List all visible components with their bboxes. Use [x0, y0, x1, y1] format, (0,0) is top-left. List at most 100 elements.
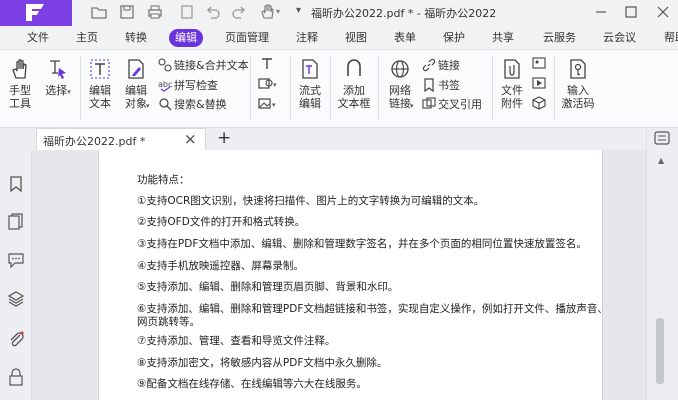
feature-line: ②支持OFD文件的打开和格式转换。	[137, 216, 306, 228]
print-icon[interactable]	[146, 3, 164, 21]
spell-check-button[interactable]: abc 拼写检查	[158, 78, 218, 93]
add-textbox-button[interactable]: 添加 文本框	[336, 58, 372, 110]
file-attachment-icon	[504, 59, 520, 79]
file-attachment-button[interactable]: 文件 附件	[498, 58, 526, 110]
page-icon[interactable]	[178, 3, 196, 21]
link-button[interactable]: 链接	[422, 58, 460, 73]
feature-line: ⑦支持添加、管理、查看和导览文件注释。	[137, 335, 336, 347]
feature-line: ⑥支持添加、编辑、删除和管理PDF文档超链接和书签，实现自定义操作，例如打开文件…	[137, 303, 608, 315]
tab-convert[interactable]: 转换	[125, 29, 147, 47]
hand-tool-button[interactable]: 手型 工具	[6, 58, 34, 110]
comments-panel-icon[interactable]	[7, 251, 25, 269]
cross-reference-icon	[422, 97, 436, 109]
input-activation-code-button[interactable]: 输入 激活码	[560, 58, 596, 110]
new-tab-button[interactable]: +	[217, 128, 231, 148]
cross-reference-button[interactable]: 交叉引用	[422, 97, 482, 112]
hand-tool-label: 手型 工具	[9, 84, 31, 110]
redo-icon[interactable]	[230, 3, 248, 21]
cross-reference-label: 交叉引用	[438, 98, 482, 111]
globe-icon	[391, 60, 409, 78]
link-merge-text-button[interactable]: 链接&合并文本	[158, 58, 249, 73]
hand-icon[interactable]	[258, 3, 276, 21]
panel-settings-icon[interactable]	[654, 131, 670, 145]
undo-icon[interactable]	[204, 3, 222, 21]
page-thumbnails-icon[interactable]	[7, 212, 25, 230]
menu-bar: 文件 主页 转换 编辑 页面管理 注释 视图 表单 保护 共享 云服务 云会议 …	[0, 26, 678, 50]
vertical-scrollbar-thumb[interactable]	[656, 318, 664, 384]
search-replace-button[interactable]: 搜索&替换	[158, 97, 227, 112]
select-dropdown-icon[interactable]: ▾	[67, 88, 71, 96]
edit-text-button[interactable]: 编辑 文本	[86, 58, 114, 110]
tab-view[interactable]: 视图	[345, 29, 367, 47]
link-merge-icon	[158, 58, 172, 72]
select-button[interactable]: 选择▾	[44, 58, 72, 99]
bookmark-button[interactable]: 书签	[422, 78, 460, 93]
bookmark-icon	[424, 78, 434, 93]
ribbon-divider	[492, 56, 493, 120]
foxit-logo-icon	[26, 4, 44, 21]
feature-line: ①支持OCR图文识别，快速将扫描件、图片上的文字转换为可编辑的文本。	[137, 195, 485, 207]
tab-comment[interactable]: 注释	[296, 29, 318, 47]
scroll-up-icon[interactable]: ▲	[658, 156, 664, 165]
edit-text-label: 编辑 文本	[89, 84, 111, 110]
flow-edit-button[interactable]: 流式 编辑	[296, 58, 324, 110]
document-tab[interactable]: 福昕办公2022.pdf *	[36, 128, 206, 150]
input-activation-code-label: 输入 激活码	[561, 84, 595, 110]
web-link-dropdown-icon[interactable]: ▾	[410, 102, 414, 110]
shape-tool-icon[interactable]: ▾	[258, 77, 278, 91]
hand-dropdown-icon[interactable]: ▾	[276, 7, 294, 25]
app-logo	[0, 0, 72, 26]
flow-edit-icon	[302, 59, 318, 79]
tab-share[interactable]: 共享	[492, 29, 514, 47]
layers-panel-icon[interactable]	[7, 290, 25, 308]
tab-cloud-meeting[interactable]: 云会议	[603, 29, 636, 47]
tab-home[interactable]: 主页	[76, 29, 98, 47]
audio-video-icon[interactable]	[532, 76, 546, 90]
tab-edit[interactable]: 编辑	[169, 29, 203, 47]
feature-line: ⑧支持添加密文，将敏感内容从PDF文档中永久删除。	[137, 357, 388, 369]
feature-line: ⑤支持添加、编辑、删除和管理页眉页脚、背景和水印。	[137, 281, 399, 293]
text-tool-icon[interactable]	[260, 57, 274, 71]
add-textbox-label: 添加 文本框	[337, 84, 371, 110]
add-textbox-icon	[347, 59, 361, 76]
save-icon[interactable]	[118, 3, 136, 21]
hand-icon	[12, 59, 27, 79]
window-title: 福昕办公2022.pdf * - 福昕办公2022	[311, 7, 497, 20]
feature-line-continued: 网页跳转等。	[137, 316, 200, 328]
spell-check-label: 拼写检查	[174, 79, 218, 92]
tab-help[interactable]: 帮助	[664, 29, 678, 47]
features-heading: 功能特点：	[137, 174, 190, 186]
select-cursor-icon	[50, 60, 66, 79]
image-tool-icon[interactable]: ▾	[258, 97, 278, 111]
ribbon-toolbar: 手型 工具 选择▾ 编辑 文本 编辑 对象 ▾ 链接&合并文本 abc 拼写检查 …	[0, 50, 678, 128]
ribbon-divider	[250, 56, 251, 120]
tab-protect[interactable]: 保护	[443, 29, 465, 47]
tab-file[interactable]: 文件	[27, 29, 49, 47]
close-icon[interactable]	[652, 2, 674, 22]
spell-check-icon: abc	[158, 80, 172, 92]
attachments-panel-icon[interactable]	[7, 330, 25, 348]
image-annotation-icon[interactable]	[532, 56, 546, 70]
security-panel-icon[interactable]	[7, 368, 25, 386]
bookmark-label: 书签	[438, 79, 460, 92]
minimize-icon[interactable]	[590, 2, 612, 22]
tab-cloud-service[interactable]: 云服务	[543, 29, 576, 47]
tab-form[interactable]: 表单	[394, 29, 416, 47]
edit-object-label: 编辑 对象	[125, 84, 147, 110]
search-replace-label: 搜索&替换	[174, 98, 227, 111]
restore-icon[interactable]	[620, 2, 642, 22]
tab-page-management[interactable]: 页面管理	[225, 29, 269, 47]
search-replace-icon	[159, 98, 172, 111]
close-tab-icon[interactable]: ×	[184, 130, 197, 148]
file-attachment-label: 文件 附件	[501, 84, 523, 110]
ribbon-divider	[330, 56, 331, 120]
flow-edit-label: 流式 编辑	[299, 84, 321, 110]
3d-object-icon[interactable]	[532, 96, 546, 110]
edit-object-dropdown-icon[interactable]: ▾	[146, 102, 150, 110]
edit-text-icon	[90, 59, 110, 79]
key-document-icon	[570, 59, 586, 79]
left-sidebar	[0, 150, 32, 400]
document-tab-label: 福昕办公2022.pdf *	[43, 135, 146, 148]
open-folder-icon[interactable]	[90, 3, 108, 21]
bookmark-panel-icon[interactable]	[7, 175, 25, 193]
